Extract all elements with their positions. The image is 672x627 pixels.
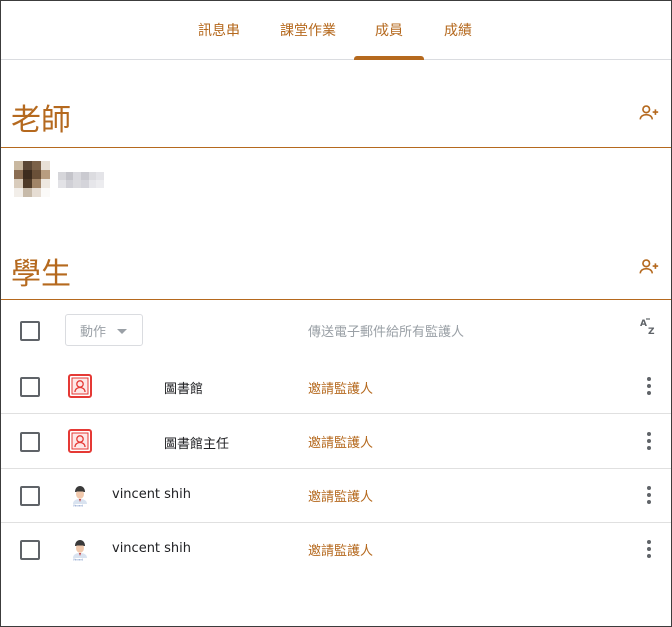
students-divider bbox=[1, 299, 671, 300]
student-name: 圖書館主任 bbox=[164, 437, 230, 452]
tab-bar: 訊息串 課堂作業 成員 成績 bbox=[1, 1, 671, 60]
invite-guardians-link[interactable]: 邀請監護人 bbox=[308, 486, 373, 505]
tab-label: 訊息串 bbox=[198, 23, 240, 39]
person-add-icon bbox=[639, 105, 659, 120]
invite-guardians-link[interactable]: 邀請監護人 bbox=[308, 432, 373, 451]
row-checkbox[interactable] bbox=[20, 432, 40, 452]
svg-text:Vincent: Vincent bbox=[73, 504, 83, 508]
teacher-name-redacted bbox=[58, 172, 104, 188]
more-options-icon[interactable] bbox=[639, 431, 659, 451]
tab-label: 成績 bbox=[444, 23, 472, 39]
students-heading: 學生 bbox=[11, 257, 71, 292]
person-photo-avatar: Vincent bbox=[68, 537, 92, 561]
student-name: vincent shih bbox=[112, 487, 192, 502]
student-name: vincent shih bbox=[112, 541, 192, 556]
tab-grades[interactable]: 成績 bbox=[433, 1, 483, 59]
person-photo-avatar: Vincent bbox=[68, 483, 92, 507]
add-student-button[interactable] bbox=[635, 253, 663, 281]
tab-stream[interactable]: 訊息串 bbox=[190, 1, 248, 59]
tab-classwork[interactable]: 課堂作業 bbox=[273, 1, 343, 59]
badge-avatar bbox=[68, 429, 92, 453]
teachers-divider bbox=[1, 147, 671, 148]
more-options-icon[interactable] bbox=[639, 539, 659, 559]
invite-guardians-link[interactable]: 邀請監護人 bbox=[308, 540, 373, 559]
table-row: Vincent vincent shih 邀請監護人 bbox=[1, 522, 671, 576]
person-add-icon bbox=[639, 259, 659, 274]
tab-people[interactable]: 成員 bbox=[354, 1, 424, 60]
student-name: 圖書館 bbox=[164, 382, 204, 397]
add-teacher-button[interactable] bbox=[635, 99, 663, 127]
active-tab-indicator bbox=[354, 56, 424, 60]
tab-label: 課堂作業 bbox=[280, 23, 336, 39]
badge-avatar bbox=[68, 374, 92, 398]
student-toolbar bbox=[1, 306, 671, 359]
tab-label: 成員 bbox=[375, 23, 403, 39]
row-checkbox[interactable] bbox=[20, 540, 40, 560]
table-row: 圖書館主任 邀請監護人 bbox=[1, 414, 671, 469]
invite-guardians-link[interactable]: 邀請監護人 bbox=[308, 378, 373, 397]
more-options-icon[interactable] bbox=[639, 485, 659, 505]
row-checkbox[interactable] bbox=[20, 486, 40, 506]
table-row: 圖書館 邀請監護人 bbox=[1, 359, 671, 414]
table-row: Vincent vincent shih 邀請監護人 bbox=[1, 468, 671, 523]
teachers-heading: 老師 bbox=[11, 103, 71, 138]
row-checkbox[interactable] bbox=[20, 377, 40, 397]
more-options-icon[interactable] bbox=[639, 376, 659, 396]
teacher-avatar bbox=[14, 161, 50, 197]
svg-text:Vincent: Vincent bbox=[73, 558, 83, 562]
classroom-people-page: 訊息串 課堂作業 成員 成績 老師 學生 動作 傳送電子郵件給所有監護人 A Z… bbox=[0, 0, 672, 627]
